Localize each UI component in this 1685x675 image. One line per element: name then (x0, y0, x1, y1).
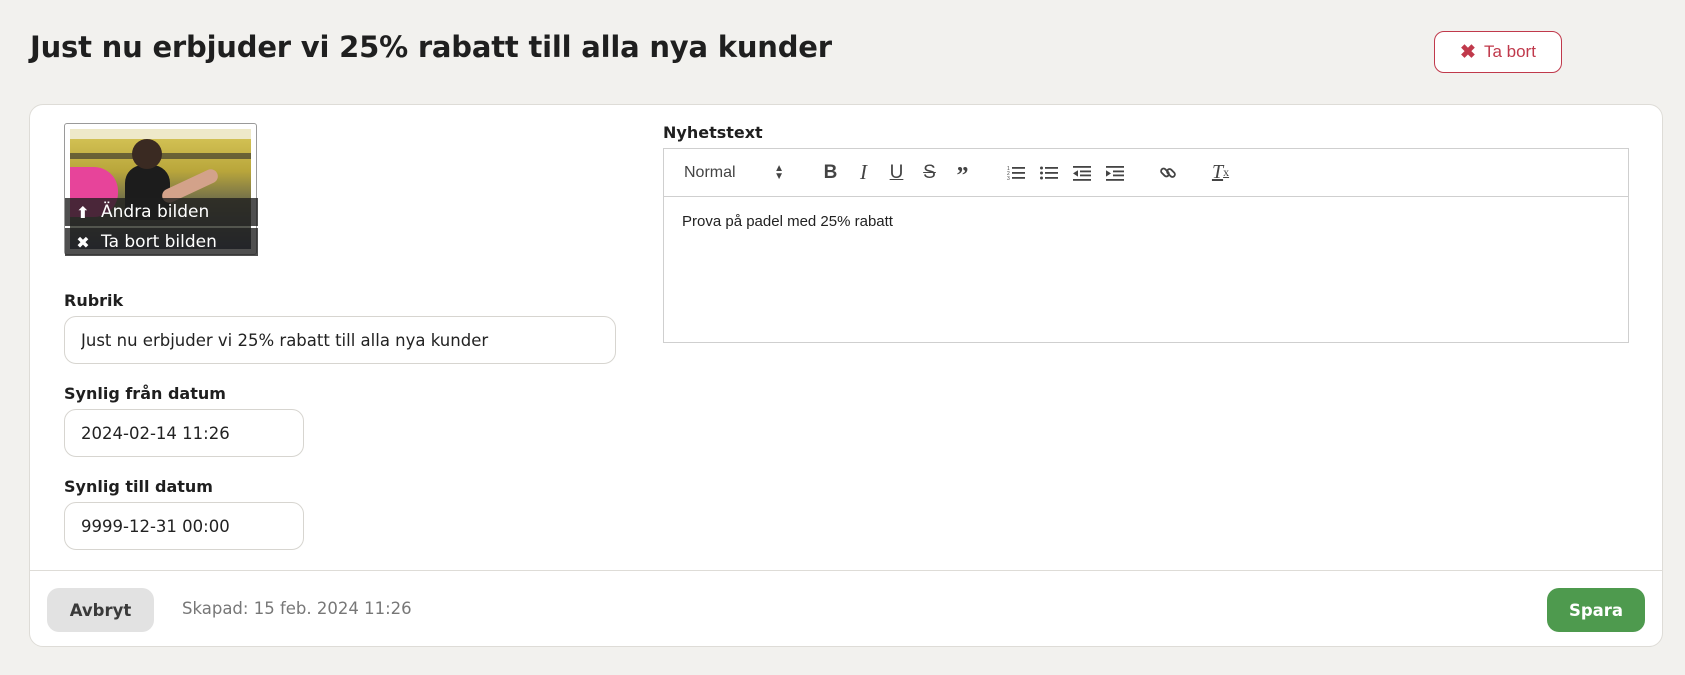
editor-toolbar: Normal ▲ ▼ B I U S ” 123 T x (664, 149, 1628, 197)
select-arrows-icon: ▲ ▼ (774, 162, 784, 182)
delete-button-label: Ta bort (1483, 42, 1536, 61)
delete-button[interactable]: ✖ Ta bort (1434, 31, 1562, 73)
news-text-label: Nyhetstext (663, 123, 763, 142)
visible-to-label: Synlig till datum (64, 477, 213, 496)
change-image-label: Ändra bilden (101, 202, 210, 222)
news-edit-card: ⬆ Ändra bilden ✖ Ta bort bilden Rubrik S… (29, 104, 1663, 647)
strikethrough-icon[interactable]: S (913, 158, 946, 188)
format-select-value: Normal (684, 163, 736, 181)
news-image: ⬆ Ändra bilden ✖ Ta bort bilden (64, 123, 258, 256)
bullet-list-icon[interactable] (1032, 158, 1065, 188)
rubrik-field: Rubrik (64, 291, 616, 364)
bold-icon[interactable]: B (814, 158, 847, 188)
visible-from-input[interactable] (64, 409, 304, 457)
indent-icon[interactable] (1098, 158, 1131, 188)
format-select[interactable]: Normal ▲ ▼ (684, 162, 784, 182)
ordered-list-icon[interactable]: 123 (999, 158, 1032, 188)
rubrik-label: Rubrik (64, 291, 124, 310)
remove-image-button[interactable]: ✖ Ta bort bilden (65, 228, 258, 256)
upload-icon: ⬆ (76, 202, 90, 222)
underline-icon[interactable]: U (880, 158, 913, 188)
save-button[interactable]: Spara (1547, 588, 1645, 632)
svg-text:3: 3 (1007, 176, 1010, 181)
italic-icon[interactable]: I (847, 158, 880, 188)
cancel-button[interactable]: Avbryt (47, 588, 154, 632)
editor-content[interactable]: Prova på padel med 25% rabatt (664, 197, 1628, 342)
link-icon[interactable] (1151, 158, 1184, 188)
visible-from-field: Synlig från datum (64, 384, 304, 457)
blockquote-icon[interactable]: ” (946, 154, 979, 192)
remove-image-label: Ta bort bilden (101, 232, 217, 252)
page-title: Just nu erbjuder vi 25% rabatt till alla… (30, 30, 832, 64)
visible-to-input[interactable] (64, 502, 304, 550)
right-column: Nyhetstext Normal ▲ ▼ B I U S ” 123 T x … (663, 123, 1629, 343)
change-image-button[interactable]: ⬆ Ändra bilden (65, 198, 258, 226)
visible-from-label: Synlig från datum (64, 384, 226, 403)
clear-format-icon[interactable]: Tx (1204, 158, 1237, 188)
rubrik-input[interactable] (64, 316, 616, 364)
close-icon: ✖ (76, 232, 90, 252)
outdent-icon[interactable] (1065, 158, 1098, 188)
rich-text-editor: Normal ▲ ▼ B I U S ” 123 T x Prova på pa… (663, 148, 1629, 343)
created-timestamp: Skapad: 15 feb. 2024 11:26 (182, 599, 412, 618)
form-footer: Avbryt Skapad: 15 feb. 2024 11:26 Spara (30, 570, 1662, 646)
visible-to-field: Synlig till datum (64, 477, 304, 550)
close-icon: ✖ (1460, 41, 1476, 63)
left-column: ⬆ Ändra bilden ✖ Ta bort bilden Rubrik S… (64, 123, 616, 550)
